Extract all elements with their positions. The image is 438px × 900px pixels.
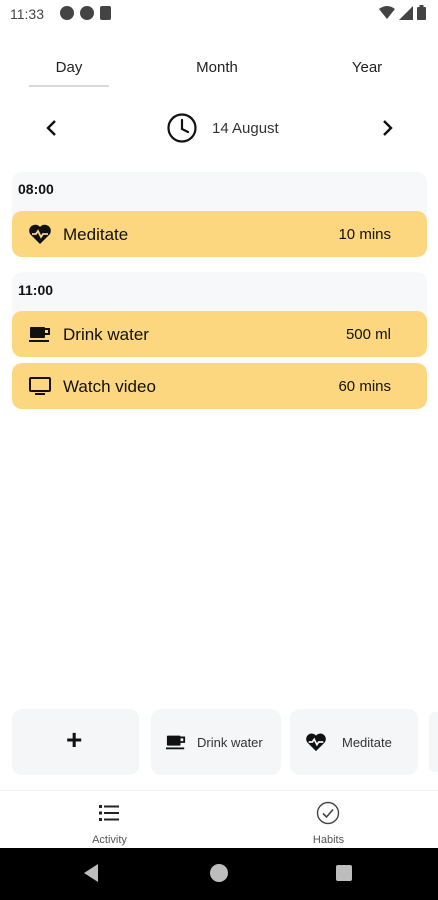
system-status-icons <box>379 5 426 20</box>
activity-name: Drink water <box>63 325 149 344</box>
activity-name: Meditate <box>63 225 129 244</box>
signal-icon <box>399 5 413 20</box>
quick-action-label: Drink water <box>197 735 263 750</box>
activity-item[interactable]: Watch video 60 mins <box>12 363 427 409</box>
recents-icon[interactable] <box>336 865 352 881</box>
activity-value: 10 mins <box>338 226 391 243</box>
period-tabs: Day Month Year <box>0 55 438 87</box>
tab-day[interactable]: Day <box>29 59 109 76</box>
chevron-left-icon <box>46 120 56 136</box>
cup-icon <box>29 327 50 342</box>
plus-icon: + <box>66 724 83 755</box>
battery-icon <box>417 5 426 20</box>
heart-pulse-icon <box>306 733 326 752</box>
status-time: 11:33 <box>10 6 44 22</box>
quick-drink-water-button[interactable]: Drink water <box>151 709 281 775</box>
activity-value: 500 ml <box>345 326 391 343</box>
time-label: 08:00 <box>18 181 54 197</box>
heart-pulse-icon <box>29 224 51 244</box>
previous-day-button[interactable] <box>40 116 64 140</box>
home-icon[interactable] <box>210 864 228 882</box>
activity-item[interactable]: Drink water 500 ml <box>12 311 427 357</box>
tab-selected-indicator <box>29 85 109 87</box>
nav-activity[interactable]: Activity <box>0 791 219 848</box>
nav-habits[interactable]: Habits <box>219 791 438 848</box>
nav-habits-label: Habits <box>312 834 345 846</box>
clock-icon <box>167 113 197 143</box>
next-day-button[interactable] <box>375 116 399 140</box>
wifi-icon <box>379 5 395 19</box>
date-label: 14 August <box>212 119 279 137</box>
back-icon[interactable] <box>84 864 98 882</box>
chevron-right-icon <box>383 120 393 136</box>
time-label: 11:00 <box>18 282 54 298</box>
bottom-navigation: Activity Habits <box>0 790 438 848</box>
tab-year[interactable]: Year <box>327 59 407 76</box>
quick-meditate-button[interactable]: Meditate <box>290 709 418 775</box>
status-bar: 11:33 <box>0 0 438 30</box>
add-activity-button[interactable]: + <box>12 709 139 775</box>
quick-action-label: Meditate <box>342 735 392 750</box>
cup-icon <box>166 735 186 750</box>
quick-action-overflow[interactable] <box>429 712 438 772</box>
monitor-icon <box>29 377 51 395</box>
date-navigation: 14 August <box>0 108 438 150</box>
activity-value: 60 mins <box>338 378 391 395</box>
activity-name: Watch video <box>63 377 156 396</box>
list-icon <box>99 805 119 821</box>
notification-icons <box>60 6 111 20</box>
tab-month[interactable]: Month <box>177 59 257 76</box>
activity-item[interactable]: Meditate 10 mins <box>12 211 427 257</box>
notification-b-icon <box>80 6 94 20</box>
system-navigation-bar <box>0 848 438 900</box>
check-circle-icon <box>316 801 340 825</box>
date-display[interactable]: 14 August <box>166 112 279 144</box>
nav-activity-label: Activity <box>92 834 127 846</box>
notification-a-icon <box>60 6 74 20</box>
sd-card-icon <box>100 6 111 20</box>
